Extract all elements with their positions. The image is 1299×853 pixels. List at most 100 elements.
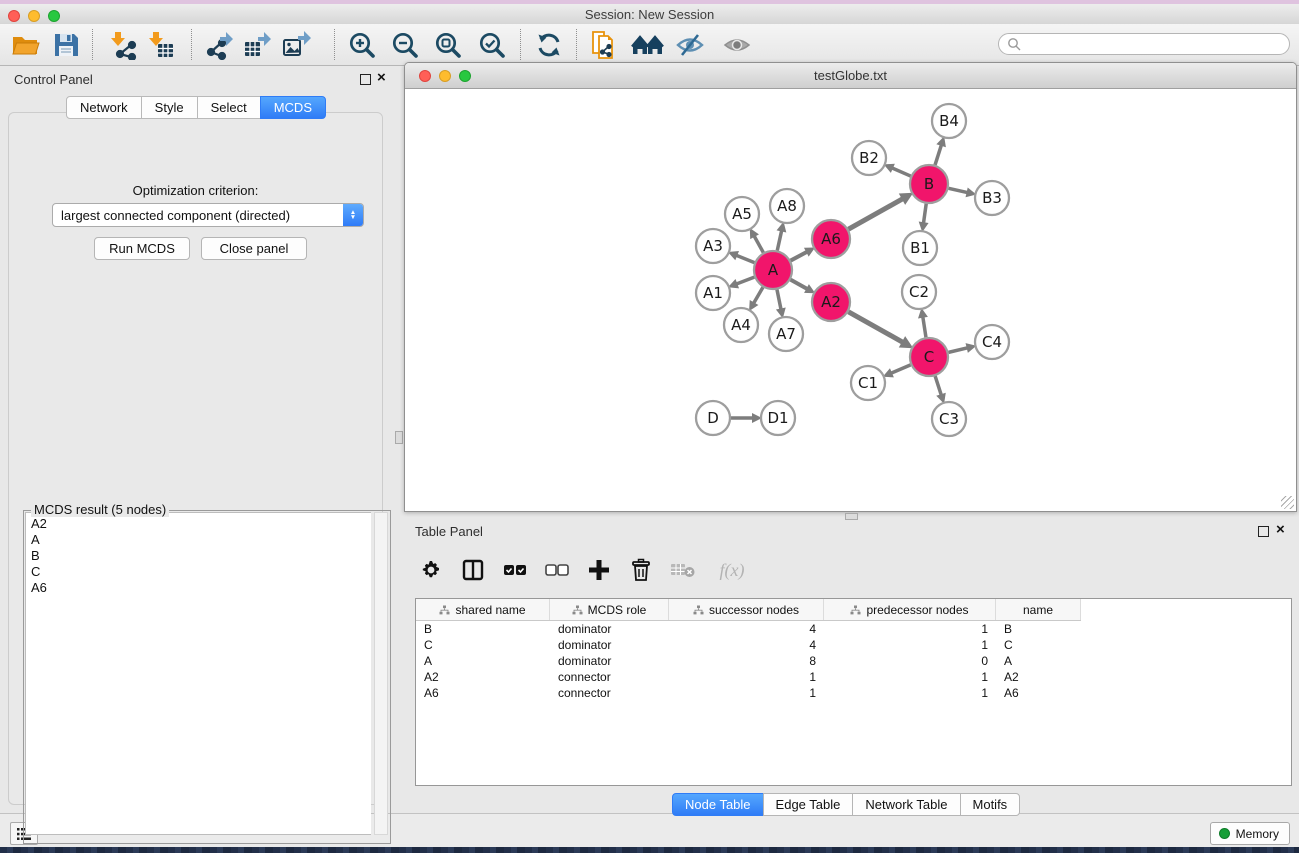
table-cell: 4 bbox=[669, 638, 824, 652]
tab-edge-table[interactable]: Edge Table bbox=[763, 793, 854, 816]
edge-B-B3[interactable] bbox=[949, 188, 969, 192]
toolbar-separator bbox=[334, 29, 335, 60]
table-cell: connector bbox=[550, 670, 669, 684]
session-titlebar[interactable]: Session: New Session bbox=[0, 4, 1299, 25]
edge-A-A8[interactable] bbox=[777, 229, 782, 250]
edge-A2-C[interactable] bbox=[848, 312, 903, 343]
table-row[interactable]: A2connector11A2 bbox=[416, 669, 1291, 685]
window-resize-grip[interactable] bbox=[1281, 496, 1294, 509]
column-header-successor-nodes[interactable]: successor nodes bbox=[669, 599, 824, 620]
edge-B-B2[interactable] bbox=[891, 168, 911, 177]
result-item[interactable]: C bbox=[31, 564, 371, 580]
result-scrollbar[interactable] bbox=[374, 512, 388, 835]
edge-A-A1[interactable] bbox=[735, 277, 754, 284]
edge-A6-B[interactable] bbox=[848, 198, 903, 229]
result-item[interactable]: A2 bbox=[31, 516, 371, 532]
zoom-out-icon[interactable] bbox=[388, 28, 422, 62]
delete-column-trash-icon[interactable] bbox=[626, 555, 656, 585]
tab-node-table[interactable]: Node Table bbox=[672, 793, 764, 816]
tab-mcds[interactable]: MCDS bbox=[260, 96, 326, 119]
edge-A-A7[interactable] bbox=[777, 290, 781, 311]
tab-select[interactable]: Select bbox=[197, 96, 261, 119]
home-icon[interactable] bbox=[631, 28, 665, 62]
mcds-result-title: MCDS result (5 nodes) bbox=[31, 502, 169, 517]
search-input[interactable] bbox=[998, 33, 1290, 55]
table-panel-tabs: Node TableEdge TableNetwork TableMotifs bbox=[672, 793, 1020, 816]
result-item[interactable]: B bbox=[31, 548, 371, 564]
node-label-D: D bbox=[707, 409, 719, 427]
table-cell: 1 bbox=[824, 670, 996, 684]
column-header-shared-name[interactable]: shared name bbox=[416, 599, 550, 620]
edge-C-C1[interactable] bbox=[890, 365, 911, 374]
column-type-icon bbox=[439, 605, 450, 615]
vertical-splitter-handle[interactable] bbox=[395, 431, 403, 444]
table-cell: 1 bbox=[669, 670, 824, 684]
save-session-icon[interactable] bbox=[49, 28, 83, 62]
network-window-titlebar[interactable]: testGlobe.txt bbox=[405, 63, 1296, 89]
open-file-icon[interactable] bbox=[8, 28, 42, 62]
zoom-selected-icon[interactable] bbox=[475, 28, 509, 62]
column-header-name[interactable]: name bbox=[996, 599, 1081, 620]
add-column-icon[interactable] bbox=[584, 555, 614, 585]
tab-motifs[interactable]: Motifs bbox=[960, 793, 1021, 816]
edge-A-A3[interactable] bbox=[735, 255, 754, 263]
run-mcds-button[interactable]: Run MCDS bbox=[94, 237, 190, 260]
tab-style[interactable]: Style bbox=[141, 96, 198, 119]
zoom-fit-icon[interactable] bbox=[431, 28, 465, 62]
control-panel-title: Control Panel bbox=[14, 72, 93, 87]
edge-C-C4[interactable] bbox=[948, 348, 968, 353]
table-panel: Table Panel × bbox=[404, 520, 1299, 813]
node-label-B1: B1 bbox=[910, 239, 930, 257]
network-graph[interactable]: AA1A2A3A4A5A6A7A8BB1B2B3B4CC1C2C3C4DD1 bbox=[406, 89, 1295, 511]
edge-B-B4[interactable] bbox=[935, 144, 942, 165]
table-float-icon[interactable] bbox=[1258, 526, 1269, 537]
column-header-predecessor-nodes[interactable]: predecessor nodes bbox=[824, 599, 996, 620]
export-network-icon[interactable] bbox=[202, 28, 236, 62]
node-label-C1: C1 bbox=[858, 374, 878, 392]
tab-network[interactable]: Network bbox=[66, 96, 142, 119]
column-header-MCDS-role[interactable]: MCDS role bbox=[550, 599, 669, 620]
result-item[interactable]: A bbox=[31, 532, 371, 548]
mcds-result-list[interactable]: A2ABCA6 bbox=[25, 512, 371, 835]
memory-button[interactable]: Memory bbox=[1210, 822, 1290, 845]
zoom-in-icon[interactable] bbox=[345, 28, 379, 62]
import-network-icon[interactable] bbox=[105, 28, 139, 62]
edge-A-A2[interactable] bbox=[791, 280, 809, 290]
mcds-result-box: MCDS result (5 nodes) A2ABCA6 bbox=[23, 502, 391, 844]
edge-B-B1[interactable] bbox=[923, 204, 926, 224]
criterion-dropdown[interactable]: largest connected component (directed) ▲… bbox=[52, 203, 364, 227]
show-panel-eye-icon[interactable] bbox=[720, 28, 754, 62]
table-cell: dominator bbox=[550, 622, 669, 636]
export-image-icon[interactable] bbox=[280, 28, 314, 62]
table-row[interactable]: Cdominator41C bbox=[416, 637, 1291, 653]
table-header-row: shared nameMCDS rolesuccessor nodesprede… bbox=[416, 599, 1081, 621]
edge-A-A5[interactable] bbox=[754, 235, 764, 253]
node-label-C4: C4 bbox=[982, 333, 1002, 351]
network-from-file-icon[interactable] bbox=[587, 28, 621, 62]
tab-network-table[interactable]: Network Table bbox=[852, 793, 960, 816]
edge-A-A4[interactable] bbox=[753, 287, 763, 304]
result-item[interactable]: A6 bbox=[31, 580, 371, 596]
table-settings-gear-icon[interactable] bbox=[416, 555, 446, 585]
table-row[interactable]: Bdominator41B bbox=[416, 621, 1291, 637]
import-table-icon[interactable] bbox=[143, 28, 177, 62]
table-cell: A2 bbox=[996, 670, 1081, 684]
table-cell: 8 bbox=[669, 654, 824, 668]
close-panel-icon[interactable]: × bbox=[377, 69, 386, 87]
edge-C-C2[interactable] bbox=[923, 316, 926, 338]
deselect-all-icon[interactable] bbox=[542, 555, 572, 585]
table-row[interactable]: Adominator80A bbox=[416, 653, 1291, 669]
edge-A-A6[interactable] bbox=[791, 251, 808, 260]
refresh-icon[interactable] bbox=[532, 28, 566, 62]
float-panel-icon[interactable] bbox=[360, 74, 371, 85]
horizontal-splitter-handle[interactable] bbox=[845, 513, 858, 520]
network-canvas[interactable]: AA1A2A3A4A5A6A7A8BB1B2B3B4CC1C2C3C4DD1 bbox=[406, 89, 1295, 511]
export-table-icon[interactable] bbox=[241, 28, 275, 62]
table-close-icon[interactable]: × bbox=[1276, 521, 1285, 539]
table-row[interactable]: A6connector11A6 bbox=[416, 685, 1291, 701]
edge-C-C3[interactable] bbox=[935, 376, 941, 396]
hide-panel-eye-icon[interactable] bbox=[673, 28, 707, 62]
select-all-icon[interactable] bbox=[500, 555, 530, 585]
show-column-icon[interactable] bbox=[458, 555, 488, 585]
close-panel-button[interactable]: Close panel bbox=[201, 237, 307, 260]
